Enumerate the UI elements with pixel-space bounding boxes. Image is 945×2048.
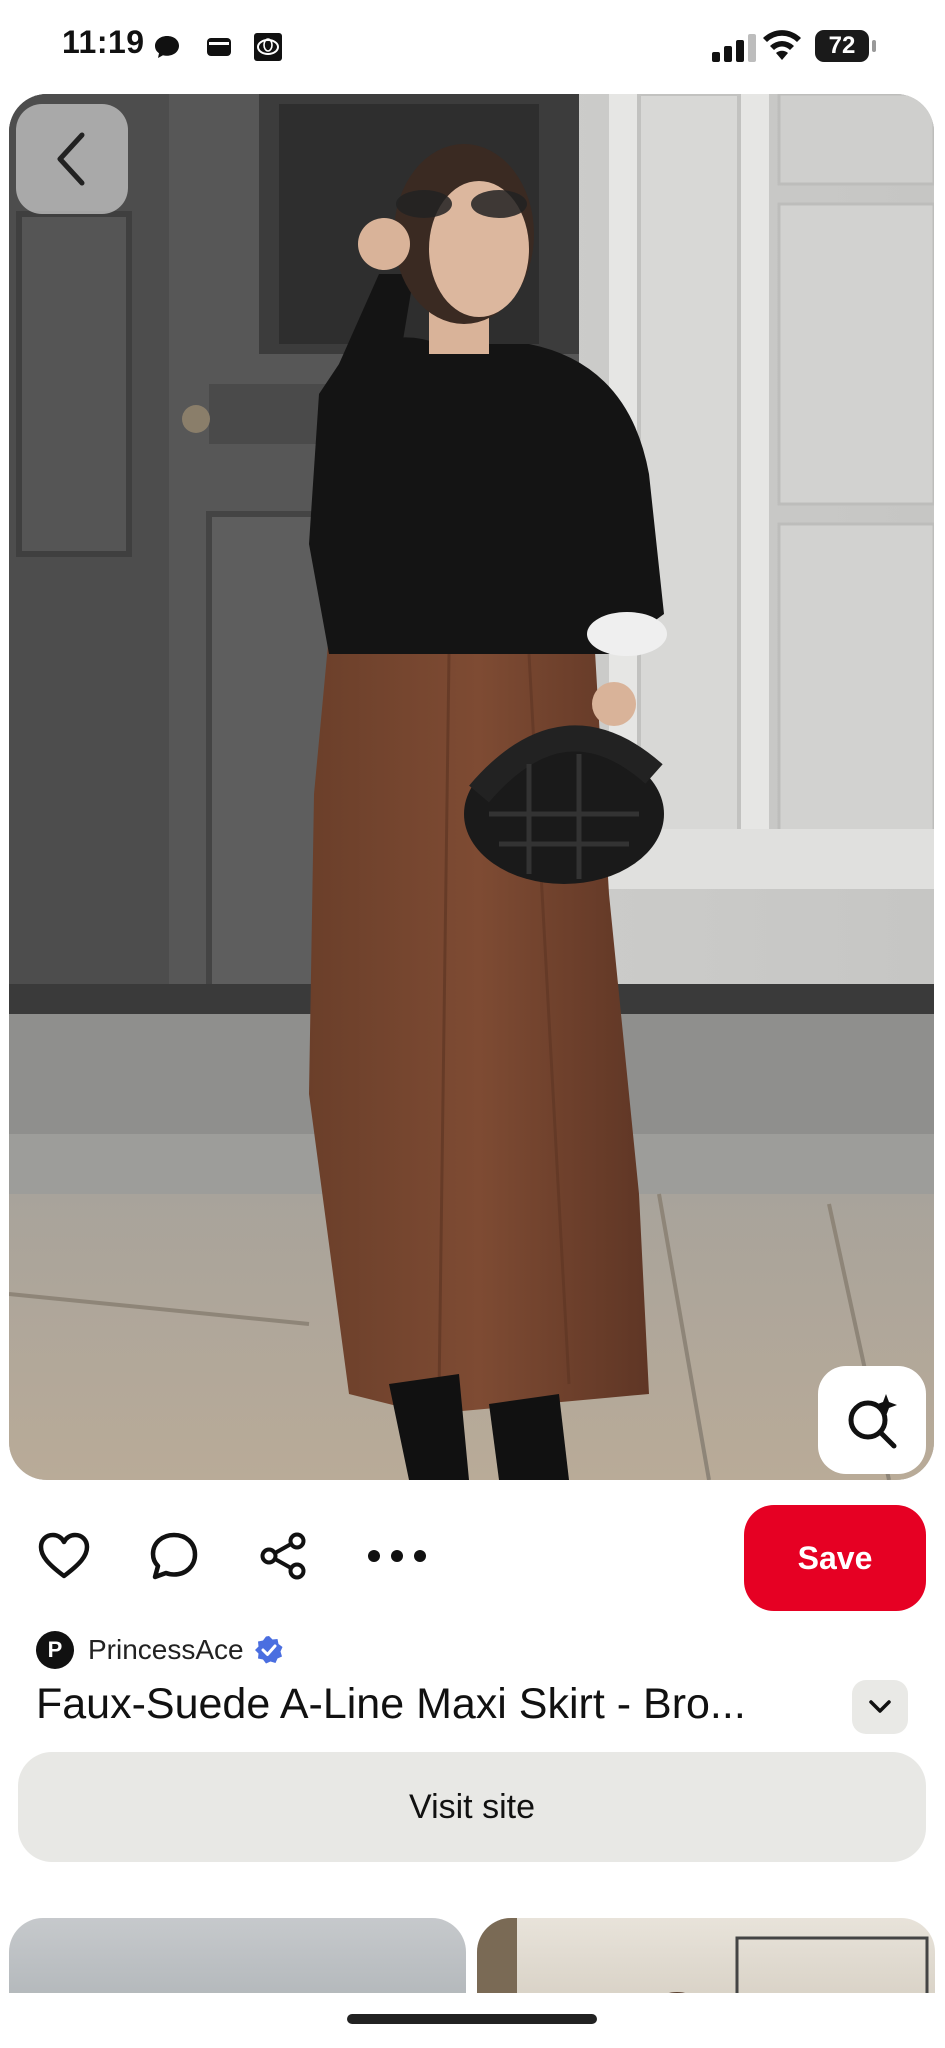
signal-icon (712, 34, 756, 62)
more-icon (368, 1550, 426, 1562)
home-indicator[interactable] (347, 2014, 597, 2024)
chevron-left-icon (57, 132, 85, 186)
visit-site-button[interactable]: Visit site (18, 1752, 926, 1862)
wifi-icon (763, 30, 801, 60)
avatar: P (36, 1631, 74, 1669)
creator-row[interactable]: P PrincessAce (36, 1630, 284, 1670)
lens-sparkle-icon (848, 1394, 897, 1449)
battery-level: 72 (815, 30, 869, 62)
share-button[interactable] (258, 1530, 310, 1582)
like-button[interactable] (38, 1530, 90, 1582)
expand-details-button[interactable] (852, 1680, 908, 1734)
verified-badge-icon (254, 1636, 283, 1664)
chat-bubble-icon (155, 36, 179, 58)
save-button[interactable]: Save (744, 1505, 926, 1611)
back-button[interactable] (16, 104, 128, 214)
wallet-icon (207, 38, 231, 56)
heart-icon (38, 1532, 90, 1579)
battery-icon: 72 (815, 30, 877, 62)
chevron-down-icon (869, 1700, 891, 1713)
visual-search-button[interactable] (818, 1366, 926, 1474)
status-bar: 11:19 72 (0, 0, 945, 92)
comment-icon (150, 1532, 198, 1580)
share-icon (260, 1532, 306, 1580)
status-time: 11:19 (62, 24, 145, 60)
creator-name: PrincessAce (88, 1634, 244, 1665)
comment-button[interactable] (148, 1530, 200, 1582)
pin-image[interactable] (9, 94, 934, 1480)
pin-title: Faux-Suede A-Line Maxi Skirt - Bro... (36, 1680, 746, 1728)
more-options-button[interactable] (366, 1530, 428, 1582)
outfit-photo (9, 94, 934, 1480)
car-brand-icon (254, 33, 282, 61)
